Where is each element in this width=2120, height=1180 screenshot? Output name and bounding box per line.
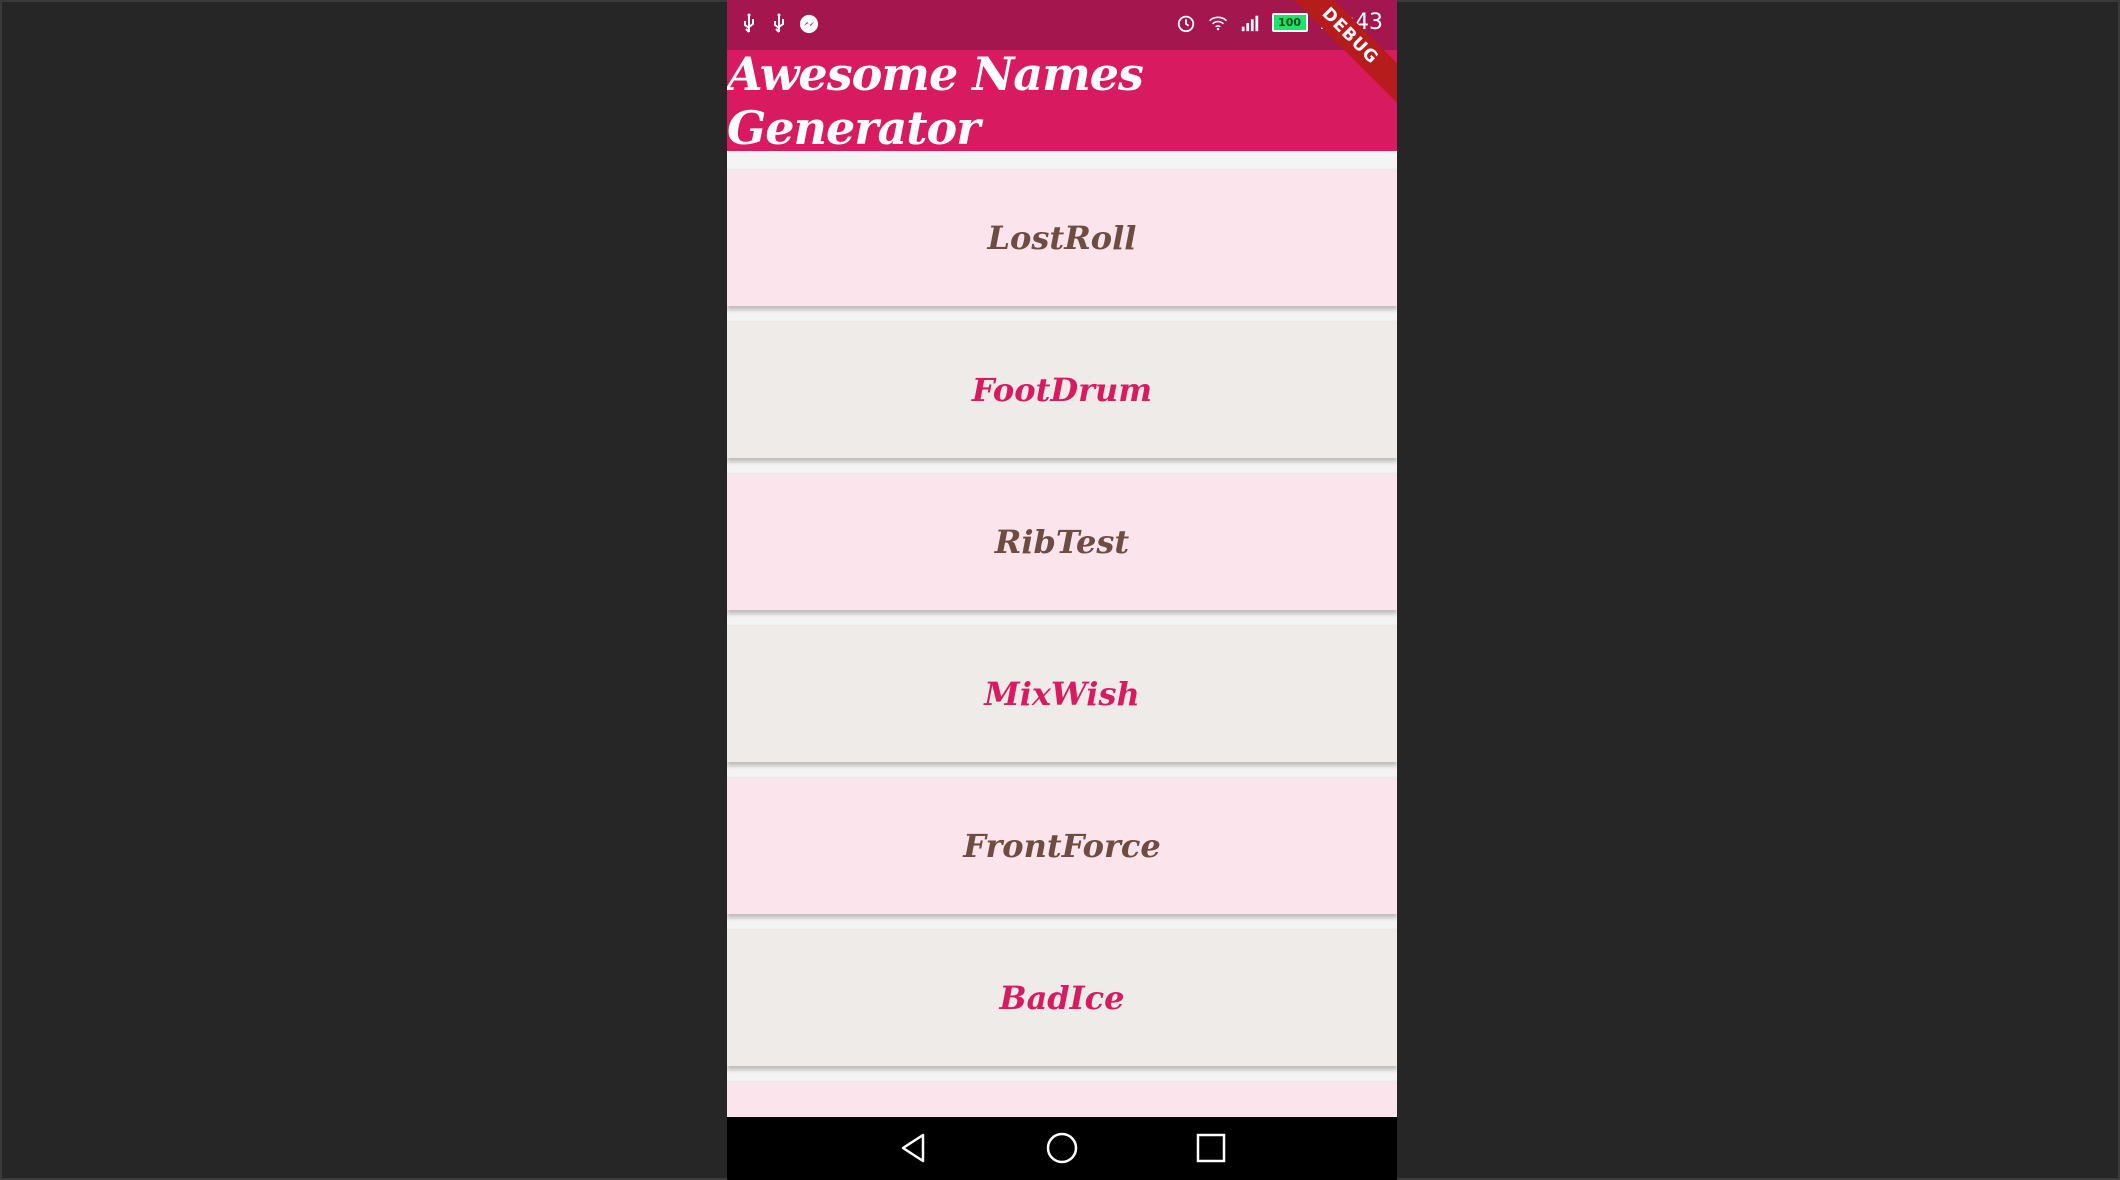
signal-icon	[1240, 11, 1260, 35]
list-item-name: LostRoll	[987, 219, 1137, 257]
list-item[interactable]: FootDrum	[727, 322, 1397, 458]
home-icon[interactable]	[1045, 1131, 1079, 1165]
list-item[interactable]: LostRoll	[727, 170, 1397, 306]
list-item-name: MixWish	[984, 675, 1140, 713]
list-item[interactable]	[727, 1082, 1397, 1117]
list-item-name: FootDrum	[971, 371, 1153, 409]
status-left-icons	[739, 12, 819, 36]
list-item[interactable]: BadIce	[727, 930, 1397, 1066]
list-item[interactable]: MixWish	[727, 626, 1397, 762]
messenger-icon	[799, 12, 819, 36]
list-item[interactable]: RibTest	[727, 474, 1397, 610]
wifi-icon	[1208, 11, 1228, 35]
app-bar: Awesome Names Generator	[727, 47, 1397, 155]
app-title: Awesome Names Generator	[727, 46, 1144, 155]
usb-icon	[739, 12, 759, 36]
list-item-name: RibTest	[994, 523, 1130, 561]
phone-screen: 100 20:43 Awesome Names Generator DEBUG …	[727, 0, 1397, 1180]
list-item-name: BadIce	[999, 979, 1125, 1017]
usb-icon	[769, 12, 789, 36]
names-list[interactable]: LostRoll FootDrum RibTest MixWish FrontF…	[727, 151, 1397, 1117]
list-item-name: FrontForce	[963, 827, 1161, 865]
back-icon[interactable]	[897, 1131, 931, 1165]
battery-icon: 100	[1271, 13, 1308, 32]
alarm-icon	[1176, 11, 1196, 35]
status-bar: 100 20:43	[727, 0, 1397, 50]
navigation-bar	[727, 1117, 1397, 1180]
list-item[interactable]: FrontForce	[727, 778, 1397, 914]
recents-icon[interactable]	[1194, 1131, 1228, 1165]
